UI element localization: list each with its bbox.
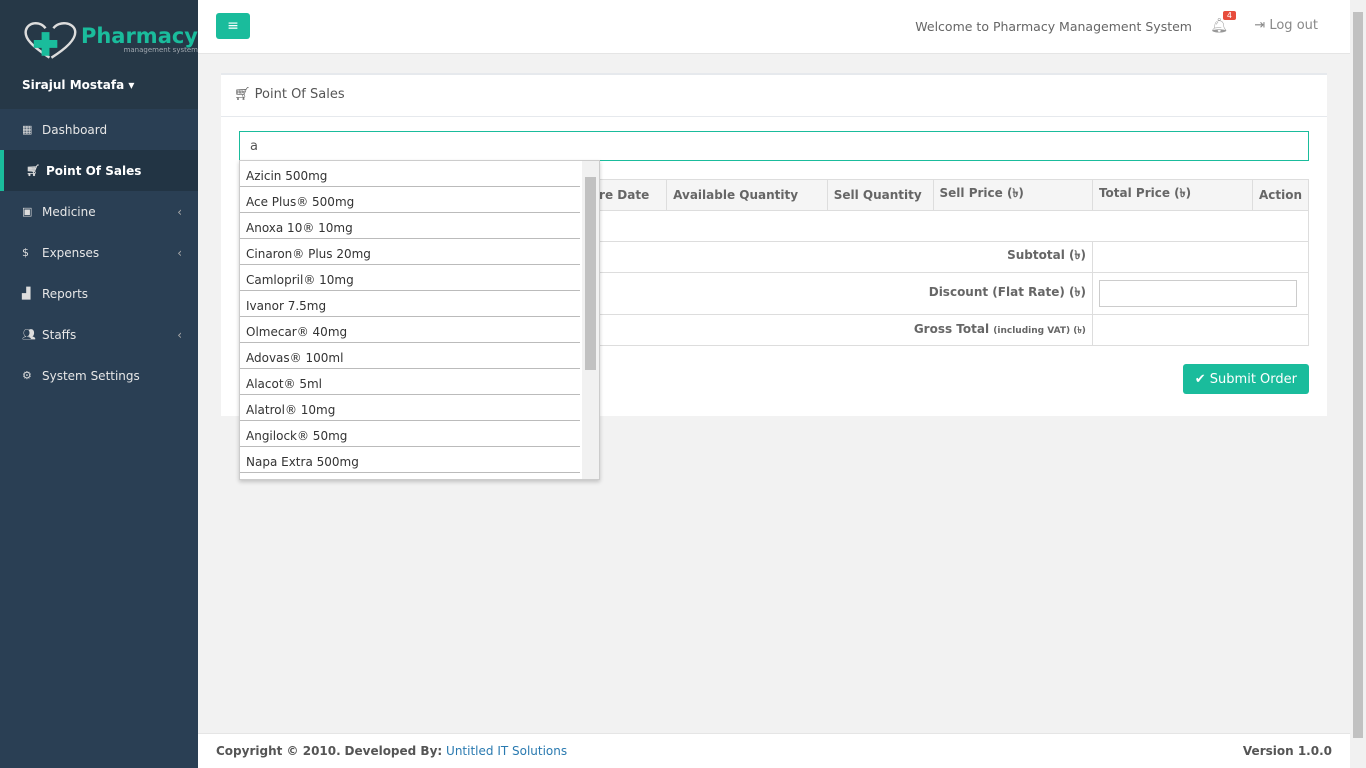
- suggestion-item[interactable]: Napa Extra 500mg: [240, 447, 580, 473]
- user-menu[interactable]: Sirajul Mostafa ▾: [22, 78, 198, 92]
- welcome-text: Welcome to Pharmacy Management System: [915, 19, 1192, 34]
- menu-toggle-button[interactable]: ≡: [216, 13, 250, 39]
- suggestion-item[interactable]: Alatrol® 10mg: [240, 395, 580, 421]
- gross-total-value: [1091, 314, 1310, 346]
- footer: Copyright © 2010. Developed By: Untitled…: [198, 733, 1350, 768]
- autocomplete-dropdown: Azicin 500mg Ace Plus® 500mg Anoxa 10® 10m…: [239, 160, 600, 480]
- header-available-qty: Available Quantity: [666, 179, 828, 211]
- logout-link[interactable]: ⇥ Log out: [1254, 18, 1318, 33]
- page-scrollbar[interactable]: [1350, 0, 1366, 768]
- heart-cross-icon: [24, 22, 77, 59]
- version: Version 1.0.0: [1242, 744, 1332, 758]
- suggestion-item[interactable]: Ace Plus® 500mg: [240, 187, 580, 213]
- bell-icon[interactable]: 🔔︎: [1210, 18, 1228, 34]
- sidebar: Pharmacy management system Sirajul Mostaf…: [0, 0, 198, 768]
- suggestion-item[interactable]: Anoxa 10® 10mg: [240, 213, 580, 239]
- dropdown-scrollbar[interactable]: [582, 161, 599, 479]
- suggestion-item[interactable]: Azicin 500mg: [240, 161, 580, 187]
- sidebar-item-reports[interactable]: ▟ Reports: [0, 273, 198, 314]
- medicine-search-input[interactable]: [239, 131, 1309, 161]
- chevron-left-icon: ‹: [177, 327, 182, 342]
- header-sell-price: Sell Price (৳): [932, 179, 1093, 211]
- subtotal-value: [1091, 241, 1310, 273]
- logo: Pharmacy management system: [22, 20, 198, 60]
- chevron-left-icon: ‹: [177, 245, 182, 260]
- topbar: ≡ Welcome to Pharmacy Management System …: [198, 0, 1350, 54]
- dollar-icon: $: [22, 246, 29, 259]
- sidebar-item-dashboard[interactable]: ▦ Dashboard: [0, 109, 198, 150]
- developer-link[interactable]: Untitled IT Solutions: [446, 744, 567, 758]
- users-icon: 👥︎: [22, 328, 36, 341]
- sidebar-item-point-of-sales[interactable]: 🛒︎ Point Of Sales: [0, 150, 198, 191]
- sidebar-item-system-settings[interactable]: ⚙ System Settings: [0, 355, 198, 396]
- suggestion-item[interactable]: Olmecar® 40mg: [240, 317, 580, 343]
- chevron-left-icon: ‹: [177, 204, 182, 219]
- suggestion-item[interactable]: Angilock® 50mg: [240, 421, 580, 447]
- panel-title: 🛒︎ Point Of Sales: [221, 75, 1327, 117]
- sidebar-item-expenses[interactable]: $ Expenses ‹: [0, 232, 198, 273]
- header-total-price: Total Price (৳): [1091, 179, 1253, 211]
- chart-icon: ▟: [22, 287, 31, 300]
- notification-badge: 4: [1222, 11, 1236, 20]
- sidebar-item-medicine[interactable]: ▣ Medicine ‹: [0, 191, 198, 232]
- cart-icon: 🛒︎: [26, 164, 40, 177]
- gears-icon: ⚙: [22, 369, 32, 382]
- header-sell-qty: Sell Quantity: [826, 179, 934, 211]
- discount-input[interactable]: [1098, 280, 1297, 307]
- suggestion-item[interactable]: Camlopril® 10mg: [240, 265, 580, 291]
- suggestion-item[interactable]: Adovas® 100ml: [240, 343, 580, 369]
- suggestion-item[interactable]: Ivanor 7.5mg: [240, 291, 580, 317]
- cart-icon: 🛒︎: [234, 87, 251, 102]
- submit-order-button[interactable]: ✔ Submit Order: [1182, 364, 1309, 394]
- suggestion-item[interactable]: Cinaron® Plus 20mg: [240, 239, 580, 265]
- grid-icon: ▦: [22, 123, 33, 136]
- suggestion-item[interactable]: Alacot® 5ml: [240, 369, 580, 395]
- sidebar-item-staffs[interactable]: 👥︎ Staffs ‹: [0, 314, 198, 355]
- medkit-icon: ▣: [22, 205, 33, 218]
- header-action: Action: [1251, 179, 1310, 211]
